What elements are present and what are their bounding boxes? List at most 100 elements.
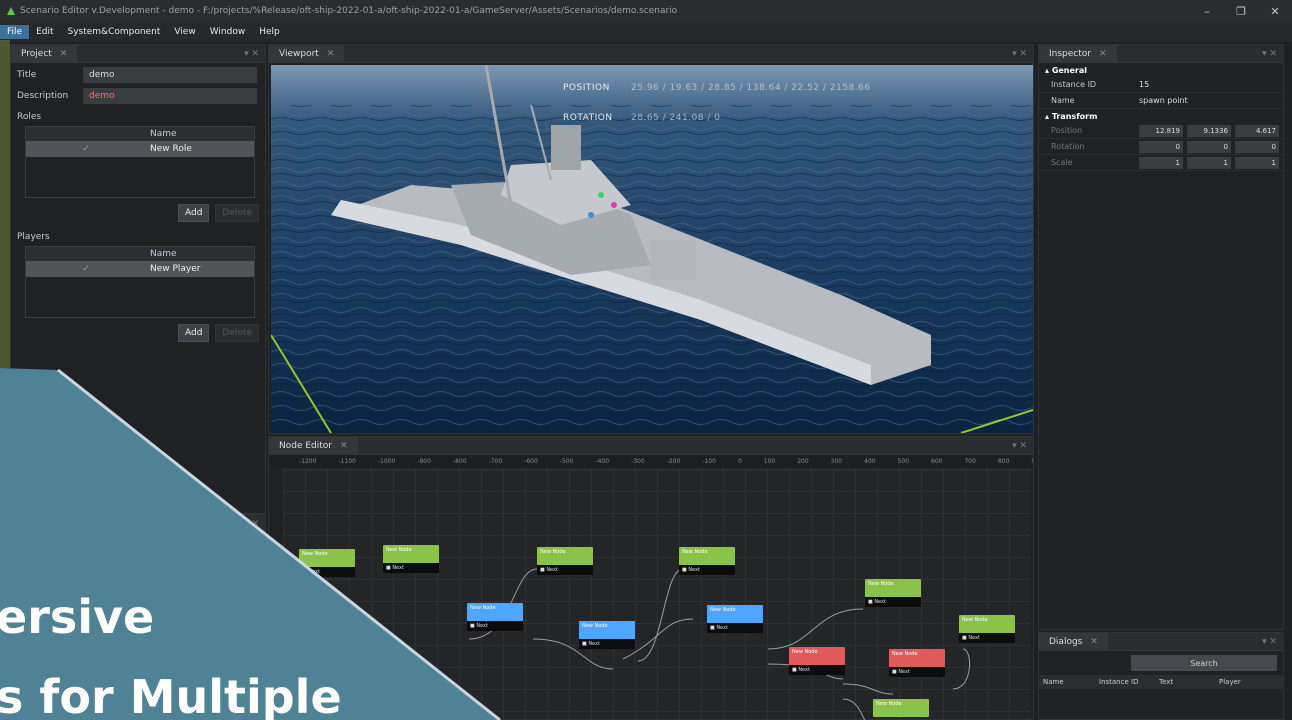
node-green-3[interactable]: New Node ■ Next bbox=[537, 547, 593, 575]
project-panel: Project ✕ ▾ ✕ Title demo Description demo… bbox=[10, 44, 266, 514]
node-red-1[interactable]: New Node ■ Next bbox=[789, 647, 845, 675]
tab-viewport[interactable]: Viewport ✕ bbox=[269, 44, 345, 63]
panel-controls-icon[interactable]: ▾ ✕ bbox=[1262, 637, 1277, 647]
close-icon[interactable]: ✕ bbox=[327, 49, 335, 59]
general-label: General bbox=[1051, 65, 1088, 75]
tab-viewport-label: Viewport bbox=[279, 48, 319, 59]
tab-inspector[interactable]: Inspector ✕ bbox=[1039, 44, 1117, 63]
node-green-5[interactable]: New Node ■ Next bbox=[865, 579, 921, 607]
panel-controls-icon[interactable]: ▾ ✕ bbox=[1262, 49, 1277, 59]
col-name[interactable]: Name bbox=[1039, 678, 1095, 686]
roles-buttons: Add Delete bbox=[11, 204, 259, 222]
tab-dialogs[interactable]: Dialogs ✕ bbox=[1039, 632, 1108, 651]
rotation-label: Rotation bbox=[1051, 142, 1085, 151]
node-green-7[interactable]: New Node bbox=[873, 699, 929, 717]
node-editor-panel: Node Editor ✕ ▾ ✕ -1200 -1100 -1000 -900 -800… bbox=[268, 436, 1034, 720]
name-value[interactable]: spawn point bbox=[1139, 96, 1283, 105]
node-blue-2[interactable]: New Node ■ Next bbox=[579, 621, 635, 649]
tab-node-editor[interactable]: Node Editor ✕ bbox=[269, 436, 358, 455]
player-name[interactable]: New Player bbox=[146, 264, 254, 274]
scale-y-stepper[interactable]: 1 bbox=[1187, 156, 1231, 169]
players-label: Players bbox=[17, 232, 50, 242]
col-player[interactable]: Player bbox=[1215, 678, 1275, 686]
ruler-tick-label: 700 bbox=[964, 457, 976, 465]
position-y-stepper[interactable]: 9.1336 bbox=[1187, 124, 1231, 137]
minimize-button[interactable]: – bbox=[1190, 5, 1224, 18]
delete-player-button[interactable]: Delete bbox=[215, 324, 259, 342]
panel-controls-icon[interactable]: ▾ ✕ bbox=[1012, 441, 1027, 451]
scale-x-stepper[interactable]: 1 bbox=[1139, 156, 1183, 169]
project-tab-bar: Project ✕ ▾ ✕ bbox=[11, 44, 265, 63]
search-input[interactable]: Search bbox=[1131, 655, 1277, 671]
node-green-4[interactable]: New Node ■ Next bbox=[679, 547, 735, 575]
close-button[interactable]: ✕ bbox=[1258, 5, 1292, 18]
menu-edit[interactable]: Edit bbox=[29, 25, 60, 39]
description-field[interactable]: demo bbox=[83, 88, 257, 104]
node-editor-ruler: -1200 -1100 -1000 -900 -800 -700 -600 -500 -400-… bbox=[269, 455, 1033, 467]
ruler-tick-label: -1000 bbox=[377, 457, 396, 465]
roles-label: Roles bbox=[17, 112, 42, 122]
tab-node-editor-label: Node Editor bbox=[279, 440, 332, 451]
table-row[interactable]: ✓ New Player bbox=[26, 261, 254, 277]
menu-file[interactable]: File bbox=[0, 25, 30, 39]
position-z-stepper[interactable]: 4.617 bbox=[1235, 124, 1279, 137]
window-title: Scenario Editor v.Development - demo - F… bbox=[20, 6, 678, 16]
title-field[interactable]: demo bbox=[83, 67, 257, 83]
rotation-y-stepper[interactable]: 0 bbox=[1187, 140, 1231, 153]
menu-view[interactable]: View bbox=[167, 25, 202, 39]
rotation-x-stepper[interactable]: 0 bbox=[1139, 140, 1183, 153]
transform-section-header[interactable]: ▴ Transform bbox=[1039, 109, 1283, 123]
node-editor-tab-bar: Node Editor ✕ ▾ ✕ bbox=[269, 436, 1033, 455]
title-row: Title demo bbox=[11, 66, 265, 84]
app-icon bbox=[7, 7, 15, 15]
menu-bar: File Edit System&Component View Window H… bbox=[0, 22, 1292, 42]
dialogs-panel: Dialogs ✕ ▾ ✕ Search Name Instance ID Tex… bbox=[1038, 632, 1284, 720]
col-text[interactable]: Text bbox=[1155, 678, 1215, 686]
ruler-tick-label: -1200 bbox=[299, 457, 317, 465]
node-blue-1[interactable]: New Node ■ Next bbox=[467, 603, 523, 631]
scale-z-stepper[interactable]: 1 bbox=[1235, 156, 1279, 169]
role-name[interactable]: New Role bbox=[146, 144, 254, 154]
rotation-readout: 28.65 / 241.08 / 0 bbox=[631, 113, 721, 123]
node-green-6[interactable]: New Node ■ Next bbox=[959, 615, 1015, 643]
ruler-tick-label: -200 bbox=[666, 457, 681, 465]
description-label: Description bbox=[17, 91, 69, 101]
close-icon[interactable]: ✕ bbox=[60, 49, 68, 59]
node-blue-3[interactable]: New Node ■ Next bbox=[707, 605, 763, 633]
tab-project-label: Project bbox=[21, 48, 52, 59]
panel-controls-icon[interactable]: ▾ ✕ bbox=[1012, 49, 1027, 59]
panel-controls-icon[interactable]: ▾ ✕ bbox=[244, 49, 259, 59]
transform-label: Transform bbox=[1051, 111, 1098, 121]
viewport-panel: Viewport ✕ ▾ ✕ POSITION 25.96 / 19.63 / … bbox=[268, 44, 1034, 434]
col-instance-id[interactable]: Instance ID bbox=[1095, 678, 1155, 686]
scale-label: Scale bbox=[1051, 158, 1073, 167]
menu-window[interactable]: Window bbox=[203, 25, 253, 39]
secondary-tab-bar: ▾ ✕ bbox=[11, 515, 265, 533]
delete-role-button[interactable]: Delete bbox=[215, 204, 259, 222]
menu-system-component[interactable]: System&Component bbox=[61, 25, 168, 39]
ruler-tick-label: 400 bbox=[864, 457, 876, 465]
dialogs-table-header: Name Instance ID Text Player bbox=[1039, 675, 1283, 689]
node-green-2[interactable]: New Node ■ Next bbox=[383, 545, 439, 573]
tab-project[interactable]: Project ✕ bbox=[11, 44, 78, 63]
position-x-stepper[interactable]: 12.819 bbox=[1139, 124, 1183, 137]
roles-header: Name bbox=[26, 127, 254, 141]
maximize-button[interactable]: ❐ bbox=[1224, 5, 1258, 18]
node-red-2[interactable]: New Node ■ Next bbox=[889, 649, 945, 677]
scale-row: Scale 1 1 1 bbox=[1039, 155, 1283, 171]
add-player-button[interactable]: Add bbox=[177, 324, 210, 342]
general-section-header[interactable]: ▴ General bbox=[1039, 63, 1283, 77]
node-canvas[interactable]: New Node ■ Next New Node ■ Next New Node ■ … bbox=[283, 469, 1031, 720]
panel-controls-icon[interactable]: ▾ ✕ bbox=[244, 519, 259, 529]
ruler-tick-label: -300 bbox=[631, 457, 645, 465]
viewport-3d-scene[interactable]: POSITION 25.96 / 19.63 / 28.85 / 138.64 … bbox=[271, 65, 1033, 433]
close-icon[interactable]: ✕ bbox=[340, 441, 348, 451]
table-row[interactable]: ✓ New Role bbox=[26, 141, 254, 157]
rotation-z-stepper[interactable]: 0 bbox=[1235, 140, 1279, 153]
node-green-1[interactable]: New Node ■ Next bbox=[299, 549, 355, 577]
dialogs-tab-bar: Dialogs ✕ ▾ ✕ bbox=[1039, 632, 1283, 651]
add-role-button[interactable]: Add bbox=[177, 204, 210, 222]
close-icon[interactable]: ✕ bbox=[1099, 49, 1107, 59]
menu-help[interactable]: Help bbox=[252, 25, 287, 39]
close-icon[interactable]: ✕ bbox=[1090, 637, 1098, 647]
